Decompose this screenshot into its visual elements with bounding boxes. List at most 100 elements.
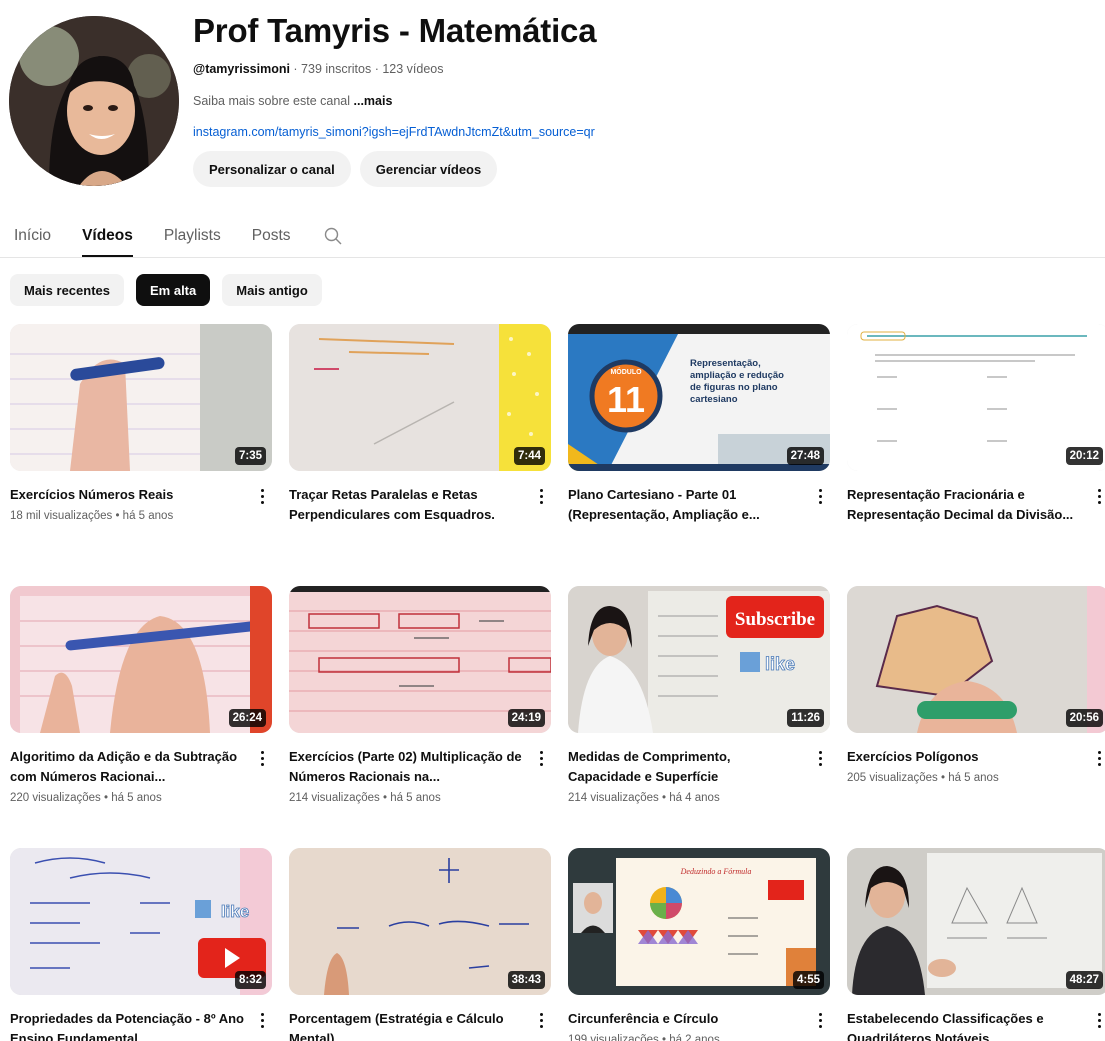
video-duration: 24:19 (507, 709, 545, 727)
video-title[interactable]: Traçar Retas Paralelas e Retas Perpendic… (289, 485, 525, 525)
more-options-icon[interactable] (1091, 1009, 1105, 1031)
video-title[interactable]: Exercícios (Parte 02) Multiplicação de N… (289, 747, 525, 787)
video-title[interactable]: Representação Fracionária e Representaçã… (847, 485, 1083, 525)
more-options-icon[interactable] (254, 747, 270, 769)
video-duration: 27:48 (786, 447, 824, 465)
avatar-image (9, 16, 179, 186)
tab-posts[interactable]: Posts (252, 215, 291, 257)
video-meta: 214 visualizações • há 5 anos (289, 792, 441, 804)
video-title[interactable]: Plano Cartesiano - Parte 01 (Representaç… (568, 485, 804, 525)
thumb-caption-3: de figuras no plano (690, 382, 778, 393)
tab-playlists[interactable]: Playlists (164, 215, 221, 257)
video-duration: 7:35 (234, 447, 266, 465)
more-options-icon[interactable] (533, 485, 549, 507)
video-thumbnail[interactable]: Subscribe like 11:26 (568, 586, 830, 733)
channel-stats: · 739 inscritos · 123 vídeos (289, 62, 444, 76)
more-options-icon[interactable] (812, 747, 828, 769)
video-meta: 199 visualizações • há 2 anos (568, 1034, 720, 1041)
video-title[interactable]: Medidas de Comprimento, Capacidade e Sup… (568, 747, 804, 787)
video-thumbnail[interactable]: Deduzindo a Fórmula 4:55 (568, 848, 830, 995)
chip-mais-antigo[interactable]: Mais antigo (222, 274, 322, 306)
video-thumbnail[interactable]: 7:35 (10, 324, 272, 471)
more-options-icon[interactable] (812, 1009, 828, 1031)
video-card[interactable]: Deduzindo a Fórmula 4:55 Circunferência … (568, 848, 830, 1041)
tabs-divider (0, 257, 1105, 258)
video-meta: 220 visualizações • há 5 anos (10, 792, 162, 804)
manage-videos-button[interactable]: Gerenciar vídeos (359, 151, 498, 187)
video-duration: 11:26 (787, 709, 824, 727)
video-meta: 205 visualizações • há 5 anos (847, 772, 999, 784)
video-thumbnail[interactable]: 38:43 (289, 848, 551, 995)
more-options-icon[interactable] (254, 1009, 270, 1031)
more-options-icon[interactable] (1091, 485, 1105, 507)
video-grid: 7:35 Exercícios Números Reais 18 mil vis… (10, 324, 1105, 1041)
channel-avatar[interactable] (9, 16, 179, 186)
video-title[interactable]: Propriedades da Potenciação - 8º Ano Ens… (10, 1009, 246, 1041)
video-title[interactable]: Exercícios Polígonos (847, 747, 1083, 767)
channel-title: Prof Tamyris - Matemática (193, 12, 597, 49)
video-card[interactable]: 11 MÓDULO Representação, ampliação e red… (568, 324, 830, 586)
sort-chips: Mais recentes Em alta Mais antigo (10, 274, 322, 306)
video-meta: 214 visualizações • há 4 anos (568, 792, 720, 804)
video-duration: 38:43 (507, 971, 545, 989)
video-thumbnail[interactable]: 20:12 (847, 324, 1105, 471)
video-duration: 26:24 (228, 709, 266, 727)
video-title[interactable]: Estabelecendo Classificações e Quadrilát… (847, 1009, 1083, 1041)
video-card[interactable]: 20:56 Exercícios Polígonos 205 visualiza… (847, 586, 1105, 848)
tab-videos[interactable]: Vídeos (82, 215, 133, 257)
video-duration: 4:55 (792, 971, 824, 989)
more-options-icon[interactable] (533, 1009, 549, 1031)
video-thumbnail[interactable]: 24:19 (289, 586, 551, 733)
module-number: 11 (607, 379, 645, 420)
video-card[interactable]: 38:43 Porcentagem (Estratégia e Cálculo … (289, 848, 551, 1041)
video-thumbnail[interactable]: 11 MÓDULO Representação, ampliação e red… (568, 324, 830, 471)
video-card[interactable]: 48:27 Estabelecendo Classificações e Qua… (847, 848, 1105, 1041)
subscribe-graphic-text: Subscribe (735, 609, 815, 630)
about-text: Saiba mais sobre este canal (193, 94, 354, 108)
video-card[interactable]: 7:44 Traçar Retas Paralelas e Retas Perp… (289, 324, 551, 586)
channel-tabs: Início Vídeos Playlists Posts (14, 215, 344, 257)
video-card[interactable]: 7:35 Exercícios Números Reais 18 mil vis… (10, 324, 272, 586)
thumb-caption-1: Representação, (690, 358, 761, 369)
customize-channel-button[interactable]: Personalizar o canal (193, 151, 351, 187)
more-options-icon[interactable] (812, 485, 828, 507)
video-title[interactable]: Exercícios Números Reais (10, 485, 246, 505)
video-thumbnail[interactable]: 7:44 (289, 324, 551, 471)
channel-meta: @tamyrissimoni · 739 inscritos · 123 víd… (193, 60, 1073, 78)
channel-about[interactable]: Saiba mais sobre este canal ...mais (193, 92, 1073, 110)
video-card[interactable]: like 8:32 Propriedades da Potenciação - … (10, 848, 272, 1041)
video-thumbnail[interactable]: like 8:32 (10, 848, 272, 995)
video-card[interactable]: 20:12 Representação Fracionária e Repres… (847, 324, 1105, 586)
chip-em-alta[interactable]: Em alta (136, 274, 211, 306)
like-graphic-text: like (765, 654, 795, 674)
video-thumbnail[interactable]: 48:27 (847, 848, 1105, 995)
video-meta: 18 mil visualizações • há 5 anos (10, 510, 174, 522)
more-options-icon[interactable] (533, 747, 549, 769)
like-graphic-text: like (221, 902, 249, 921)
video-thumbnail[interactable]: 20:56 (847, 586, 1105, 733)
video-thumbnail[interactable]: 26:24 (10, 586, 272, 733)
more-options-icon[interactable] (254, 485, 270, 507)
thumb-caption-2: ampliação e redução (690, 370, 784, 381)
video-title[interactable]: Algoritimo da Adição e da Subtração com … (10, 747, 246, 787)
video-card[interactable]: 24:19 Exercícios (Parte 02) Multiplicaçã… (289, 586, 551, 848)
slide-title: Deduzindo a Fórmula (680, 867, 752, 876)
video-title[interactable]: Porcentagem (Estratégia e Cálculo Mental… (289, 1009, 525, 1041)
more-options-icon[interactable] (1091, 747, 1105, 769)
search-icon[interactable] (322, 225, 344, 247)
video-title[interactable]: Circunferência e Círculo (568, 1009, 804, 1029)
channel-external-link[interactable]: instagram.com/tamyris_simoni?igsh=ejFrdT… (193, 123, 1073, 141)
thumb-caption-4: cartesiano (690, 394, 738, 405)
chip-mais-recentes[interactable]: Mais recentes (10, 274, 124, 306)
video-duration: 20:12 (1065, 447, 1103, 465)
about-more-link[interactable]: ...mais (354, 94, 393, 108)
video-card[interactable]: 26:24 Algoritimo da Adição e da Subtraçã… (10, 586, 272, 848)
tab-inicio[interactable]: Início (14, 215, 51, 257)
video-duration: 7:44 (513, 447, 545, 465)
channel-header: Prof Tamyris - Matemática @tamyrissimoni… (0, 0, 1105, 205)
module-label: MÓDULO (610, 367, 642, 376)
channel-handle: @tamyrissimoni (193, 62, 290, 76)
video-duration: 20:56 (1065, 709, 1103, 727)
video-card[interactable]: Subscribe like 11:26 Medidas de Comprime… (568, 586, 830, 848)
video-duration: 48:27 (1065, 971, 1103, 989)
